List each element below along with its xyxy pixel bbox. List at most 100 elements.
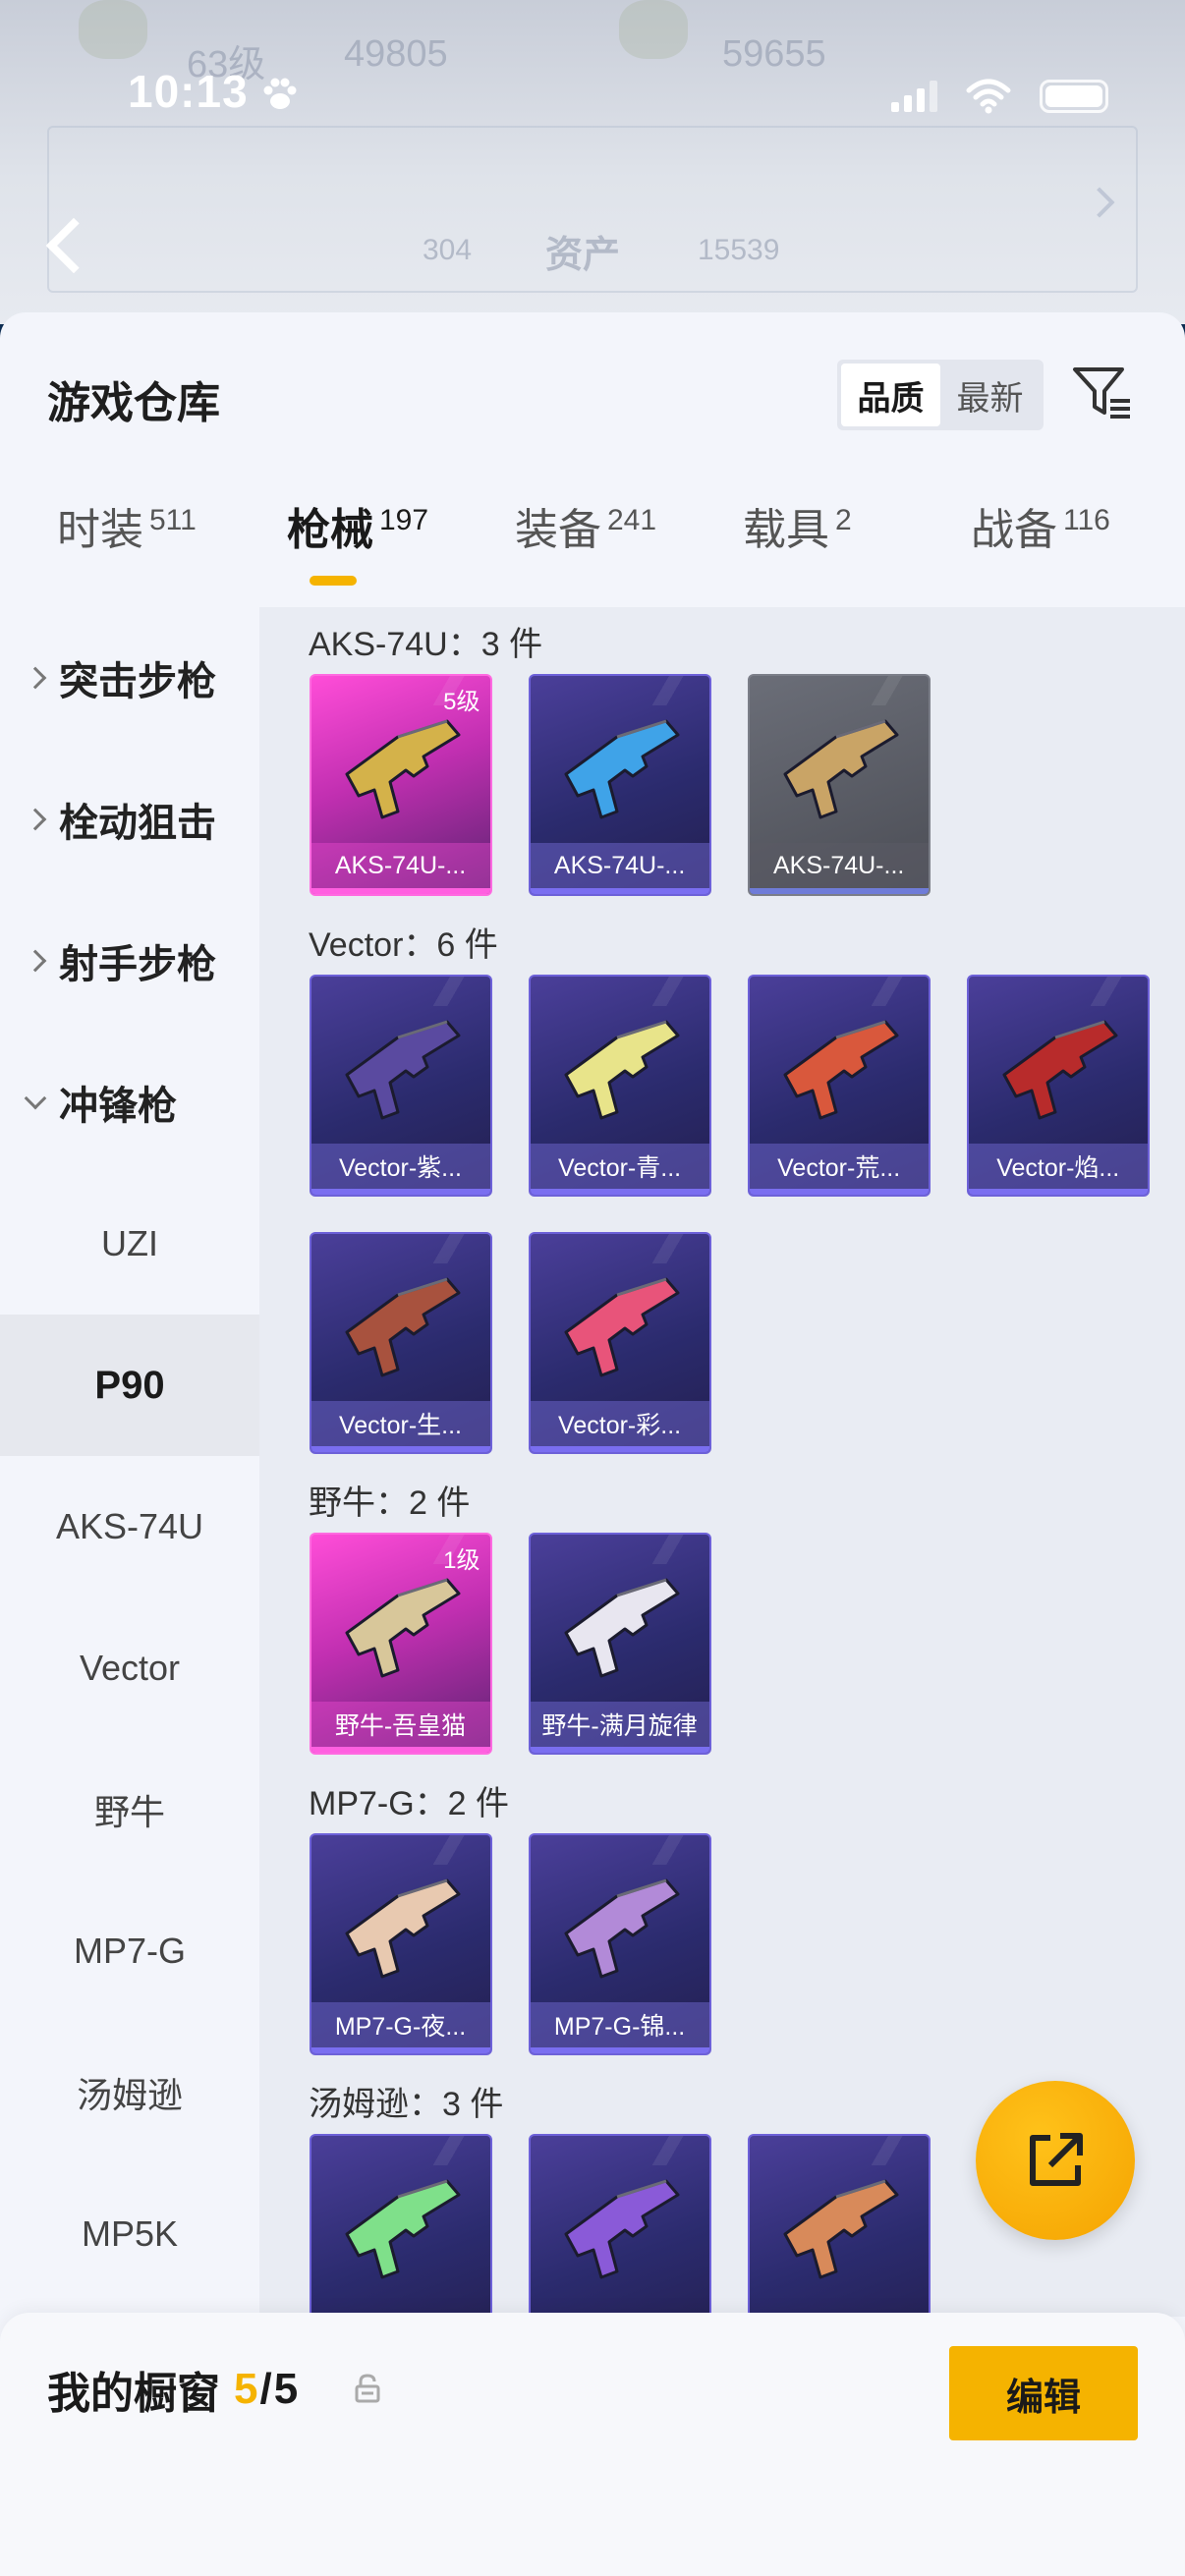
section-title: 汤姆逊：3 件 <box>309 2086 504 2123</box>
sidebar-item-label: 栓动狙击 <box>59 802 216 845</box>
card-decoration <box>630 676 709 705</box>
tab-fashion[interactable]: 时装 511 <box>57 501 197 560</box>
tab-firearms[interactable]: 枪械 197 <box>287 501 428 560</box>
weapon-card[interactable]: MP7-G-锦... <box>528 1833 711 2055</box>
weapon-card[interactable]: Vector-荒... <box>747 975 931 1197</box>
weapon-name: AKS-74U-... <box>310 843 490 894</box>
share-external-icon <box>1030 2133 1083 2186</box>
weapon-name: MP7-G-锦... <box>530 2002 709 2053</box>
filter-icon[interactable] <box>1071 362 1134 424</box>
tab-label: 枪械 <box>287 506 373 554</box>
weapon-card[interactable] <box>528 2134 711 2317</box>
weapon-name: MP7-G-夜... <box>310 2002 490 2053</box>
card-decoration <box>411 2136 490 2165</box>
player-score: 49805 <box>344 33 448 75</box>
weapon-name: AKS-74U-... <box>530 843 709 894</box>
weapon-card[interactable]: AKS-74U-... <box>747 674 931 896</box>
weapon-card[interactable]: MP7-G-夜... <box>309 1833 492 2055</box>
sidebar-item-mp5k[interactable]: MP5K <box>0 2163 259 2305</box>
showcase-count-current: 5 <box>234 2365 258 2413</box>
sidebar-item-p90[interactable]: P90 <box>0 1315 259 1456</box>
section-title: MP7-G：2 件 <box>309 1785 510 1822</box>
weapon-card[interactable]: AKS-74U-... <box>528 674 711 896</box>
active-tab-indicator <box>310 576 357 586</box>
sort-newest-button[interactable]: 最新 <box>940 364 1040 426</box>
weapon-image-icon <box>345 1020 460 1120</box>
weapon-card[interactable]: Vector-青... <box>528 975 711 1197</box>
tab-vehicles[interactable]: 载具 2 <box>743 501 852 560</box>
weapon-image-icon <box>564 2179 680 2279</box>
tab-label: 战备 <box>971 506 1057 554</box>
card-decoration <box>630 1234 709 1263</box>
edit-button[interactable]: 编辑 <box>949 2346 1138 2440</box>
showcase-count-total: 5 <box>273 2365 299 2413</box>
card-decoration <box>849 977 929 1006</box>
weapon-card[interactable]: Vector-焰... <box>966 975 1150 1197</box>
sidebar-item-aks74u[interactable]: AKS-74U <box>0 1456 259 1597</box>
sort-quality-button[interactable]: 品质 <box>841 364 940 426</box>
tab-count: 2 <box>835 504 852 536</box>
weapon-card[interactable] <box>309 2134 492 2317</box>
sidebar-item-uzi[interactable]: UZI <box>0 1173 259 1315</box>
weapon-image-icon <box>345 719 460 819</box>
sidebar-item-assault-rifle[interactable]: 突击步枪 <box>0 607 259 749</box>
chevron-right-icon <box>24 808 47 831</box>
weapon-name: Vector-焰... <box>968 1144 1148 1195</box>
weapon-card[interactable]: Vector-紫... <box>309 975 492 1197</box>
section-title: 野牛：2 件 <box>309 1484 471 1522</box>
section-title: Vector：6 件 <box>309 926 498 964</box>
weapon-card[interactable]: Vector-彩... <box>528 1232 711 1454</box>
sidebar-item-label: 冲锋枪 <box>59 1085 177 1128</box>
wifi-icon <box>966 79 1011 114</box>
sidebar-item-bolt-sniper[interactable]: 栓动狙击 <box>0 749 259 890</box>
weapon-image-icon <box>564 1578 680 1678</box>
rank-emblem-icon <box>79 0 147 59</box>
weapon-image-icon <box>345 1277 460 1377</box>
tab-label: 装备 <box>515 506 601 554</box>
weapon-image-icon <box>564 719 680 819</box>
tab-label: 载具 <box>743 506 829 554</box>
status-time: 10:13 <box>128 66 249 117</box>
weapon-card[interactable]: 1级 野牛-吾皇猫 <box>309 1533 492 1755</box>
tab-equipment[interactable]: 装备 241 <box>515 501 656 560</box>
sidebar-item-marksman-rifle[interactable]: 射手步枪 <box>0 890 259 1032</box>
weapon-card[interactable]: 5级 AKS-74U-... <box>309 674 492 896</box>
showcase-bar: 我的橱窗 5 / 5 编辑 <box>0 2313 1185 2576</box>
tab-count: 197 <box>379 504 429 536</box>
stat-value: 304 <box>423 234 473 266</box>
tab-count: 511 <box>149 504 197 536</box>
weapon-card[interactable]: 野牛-满月旋律 <box>528 1533 711 1755</box>
weapon-image-icon <box>564 1277 680 1377</box>
card-decoration <box>1068 977 1148 1006</box>
weapon-name: Vector-生... <box>310 1401 490 1452</box>
sidebar-item-thompson[interactable]: 汤姆逊 <box>0 2022 259 2163</box>
sidebar-item-label: 射手步枪 <box>59 943 216 986</box>
sidebar-item-vector[interactable]: Vector <box>0 1597 259 1739</box>
weapon-card[interactable] <box>747 2134 931 2317</box>
weapon-image-icon <box>1002 1020 1118 1120</box>
tab-combat-gear[interactable]: 战备 116 <box>971 501 1110 560</box>
rank-emblem-icon <box>619 0 688 59</box>
card-decoration <box>849 2136 929 2165</box>
lock-icon <box>355 2374 380 2403</box>
weapon-image-icon <box>345 1878 460 1979</box>
sheet-title: 游戏仓库 <box>47 379 220 427</box>
chevron-right-icon <box>24 949 47 973</box>
card-decoration <box>630 2136 709 2165</box>
battery-icon <box>1040 80 1108 113</box>
paw-icon <box>263 78 297 109</box>
card-decoration <box>849 676 929 705</box>
sidebar-item-bizon[interactable]: 野牛 <box>0 1739 259 1880</box>
weapon-name: Vector-紫... <box>310 1144 490 1195</box>
sidebar-item-smg[interactable]: 冲锋枪 <box>0 1032 259 1173</box>
weapon-name: AKS-74U-... <box>749 843 929 894</box>
sidebar-item-mp7g[interactable]: MP7-G <box>0 1880 259 2022</box>
share-button[interactable] <box>976 2081 1135 2240</box>
sort-toggle: 品质 最新 <box>837 360 1044 430</box>
weapon-card[interactable]: Vector-生... <box>309 1232 492 1454</box>
tab-count: 116 <box>1063 504 1110 536</box>
category-tabs: 时装 511 枪械 197 装备 241 载具 2 战备 116 <box>0 501 1185 599</box>
card-decoration <box>411 977 490 1006</box>
cellular-signal-icon <box>891 81 937 112</box>
page-title: 资产 <box>545 235 621 276</box>
